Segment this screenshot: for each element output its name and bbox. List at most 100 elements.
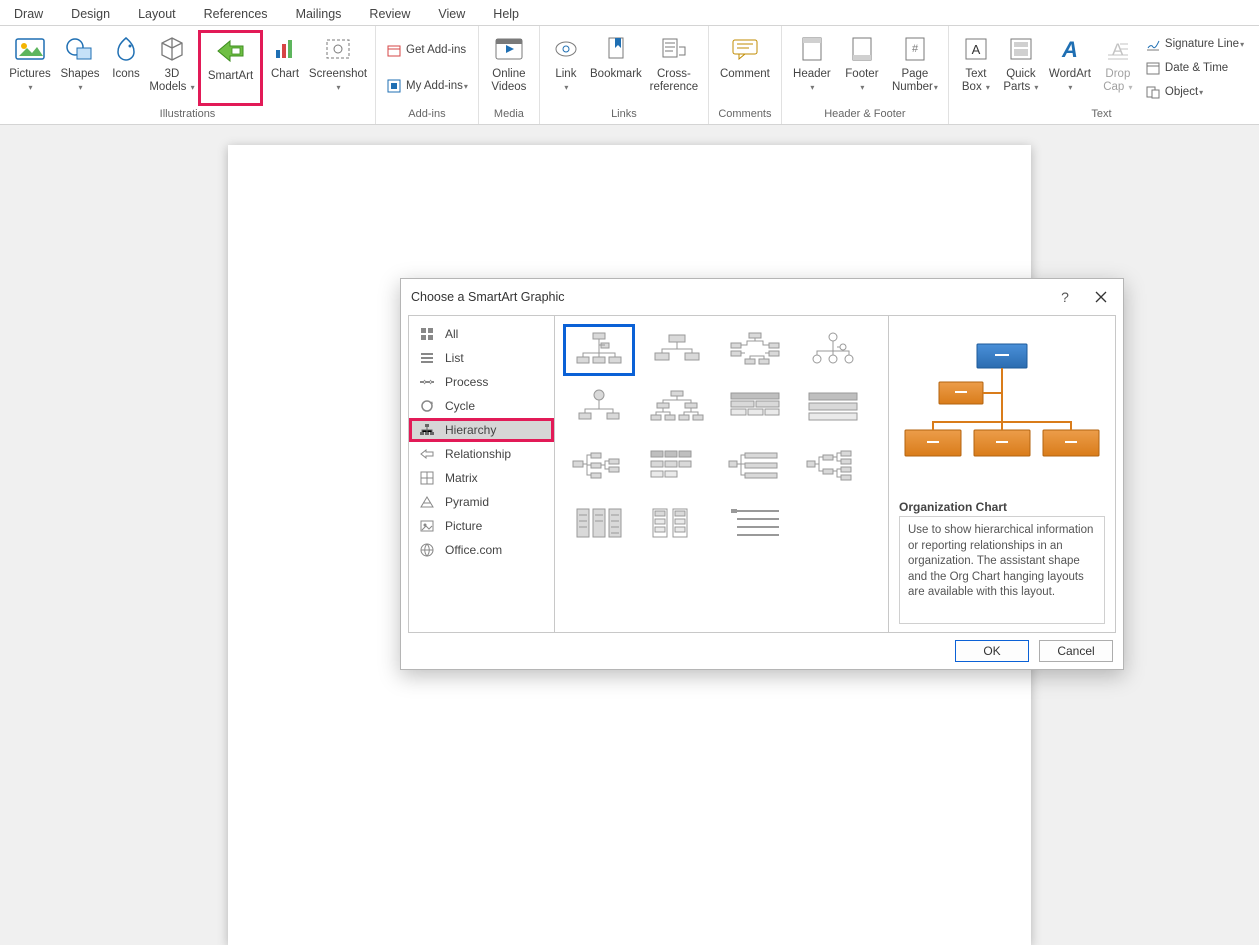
object-label: Object	[1165, 86, 1198, 98]
bookmark-button[interactable]: Bookmark	[588, 30, 644, 106]
layout-gallery	[555, 316, 889, 632]
category-list[interactable]: List	[409, 346, 554, 370]
layout-hierarchy-list[interactable]	[797, 382, 869, 434]
ok-button[interactable]: OK	[955, 640, 1029, 662]
category-list-label: List	[445, 351, 464, 365]
category-relationship[interactable]: Relationship	[409, 442, 554, 466]
pyramid-icon	[419, 494, 435, 510]
page-number-label: Page Number	[892, 68, 933, 93]
category-all[interactable]: All	[409, 322, 554, 346]
category-hierarchy[interactable]: Hierarchy	[409, 418, 554, 442]
layout-table-hierarchy[interactable]	[719, 382, 791, 434]
category-list: All List Process Cycle Hierarchy Relatio…	[409, 316, 555, 632]
footer-button[interactable]: Footer▾	[838, 30, 886, 106]
datetime-label: Date & Time	[1165, 62, 1228, 74]
smartart-icon	[215, 35, 247, 67]
dropcap-icon: A	[1102, 33, 1134, 65]
crossref-button[interactable]: Cross- reference	[646, 30, 702, 106]
svg-text:A: A	[972, 42, 981, 57]
shapes-button[interactable]: Shapes▾	[56, 30, 104, 106]
icons-icon	[110, 33, 142, 65]
group-label-text: Text	[1091, 106, 1111, 123]
preview-canvas	[899, 326, 1105, 492]
signature-line-button[interactable]: Signature Line ▾	[1141, 33, 1248, 55]
layout-half-circle-org[interactable]	[719, 324, 791, 376]
tab-draw[interactable]: Draw	[0, 7, 57, 25]
relationship-icon	[419, 446, 435, 462]
layout-circle-picture-hierarchy[interactable]	[797, 324, 869, 376]
tab-references[interactable]: References	[190, 7, 282, 25]
category-process[interactable]: Process	[409, 370, 554, 394]
help-button[interactable]: ?	[1047, 282, 1083, 312]
wordart-icon: A	[1054, 33, 1086, 65]
layout-org-chart[interactable]	[563, 324, 635, 376]
quickparts-button[interactable]: Quick Parts ▾	[999, 30, 1043, 106]
category-pyramid[interactable]: Pyramid	[409, 490, 554, 514]
category-pyramid-label: Pyramid	[445, 495, 489, 509]
smartart-button[interactable]: SmartArt	[198, 30, 263, 106]
tab-design[interactable]: Design	[57, 7, 124, 25]
category-relationship-label: Relationship	[445, 447, 511, 461]
chevron-down-icon: ▾	[464, 82, 468, 91]
category-cycle[interactable]: Cycle	[409, 394, 554, 418]
layout-architecture[interactable]	[563, 498, 635, 550]
category-cycle-label: Cycle	[445, 399, 475, 413]
header-icon	[796, 33, 828, 65]
comment-label: Comment	[720, 68, 770, 81]
icons-button[interactable]: Icons	[106, 30, 146, 106]
comment-button[interactable]: Comment	[715, 30, 775, 106]
cube-icon	[156, 33, 188, 65]
all-icon	[419, 326, 435, 342]
category-office[interactable]: Office.com	[409, 538, 554, 562]
close-button[interactable]	[1083, 282, 1119, 312]
group-text: A Text Box ▾ Quick Parts ▾ A WordArt▾ A …	[949, 26, 1254, 124]
globe-icon	[419, 542, 435, 558]
page-number-button[interactable]: # Page Number▾	[888, 30, 942, 106]
signature-line-label: Signature Line	[1165, 38, 1239, 50]
textbox-button[interactable]: A Text Box ▾	[955, 30, 997, 106]
link-label: Link	[555, 68, 576, 80]
layout-horizontal-labeled[interactable]	[797, 440, 869, 492]
object-icon	[1145, 84, 1161, 100]
crossref-label: Cross- reference	[650, 68, 699, 94]
layout-labeled-hierarchy[interactable]	[641, 382, 713, 434]
link-button[interactable]: Link▾	[546, 30, 586, 106]
object-button[interactable]: Object ▾	[1141, 81, 1248, 103]
tab-mailings[interactable]: Mailings	[282, 7, 356, 25]
tab-review[interactable]: Review	[355, 7, 424, 25]
cancel-button[interactable]: Cancel	[1039, 640, 1113, 662]
chart-label: Chart	[271, 68, 299, 80]
layout-lined-list[interactable]	[641, 498, 713, 550]
layout-text-hierarchy[interactable]	[719, 498, 791, 550]
category-all-label: All	[445, 327, 458, 341]
layout-horizontal-multi[interactable]	[641, 440, 713, 492]
layout-horizontal-org[interactable]	[563, 440, 635, 492]
online-videos-button[interactable]: Online Videos	[485, 30, 533, 106]
textbox-label: Text Box	[962, 68, 987, 93]
layout-horizontal-hierarchy[interactable]	[719, 440, 791, 492]
layout-hierarchy[interactable]	[563, 382, 635, 434]
header-button[interactable]: Header▾	[788, 30, 836, 106]
ribbon-tabs: Draw Design Layout References Mailings R…	[0, 0, 1259, 26]
online-videos-label: Online Videos	[491, 68, 526, 94]
tab-help[interactable]: Help	[479, 7, 533, 25]
preview-title: Organization Chart	[899, 500, 1105, 514]
screenshot-button[interactable]: Screenshot▾	[307, 30, 369, 106]
get-addins-button[interactable]: Get Add-ins	[382, 39, 470, 61]
dropcap-button[interactable]: A Drop Cap ▾	[1097, 30, 1139, 106]
category-matrix[interactable]: Matrix	[409, 466, 554, 490]
tab-layout[interactable]: Layout	[124, 7, 190, 25]
chevron-down-icon: ▾	[1199, 88, 1203, 97]
list-icon	[419, 350, 435, 366]
category-picture[interactable]: Picture	[409, 514, 554, 538]
my-addins-button[interactable]: My Add-ins ▾	[382, 75, 472, 97]
layout-name-title-org[interactable]	[641, 324, 713, 376]
tab-view[interactable]: View	[424, 7, 479, 25]
3d-models-button[interactable]: 3D Models ▾	[148, 30, 196, 106]
wordart-button[interactable]: A WordArt▾	[1045, 30, 1095, 106]
datetime-button[interactable]: Date & Time	[1141, 57, 1248, 79]
pictures-button[interactable]: Pictures▾	[6, 30, 54, 106]
close-icon	[1095, 291, 1107, 303]
chart-button[interactable]: Chart	[265, 30, 305, 106]
group-addins: Get Add-ins My Add-ins ▾ Add-ins	[376, 26, 479, 124]
